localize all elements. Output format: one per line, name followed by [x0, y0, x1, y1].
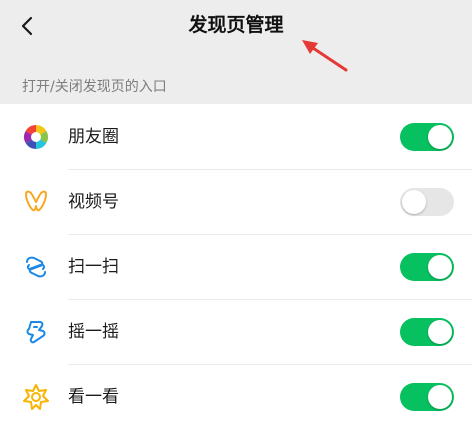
- toggle-knob: [428, 319, 452, 344]
- toggle-knob: [428, 254, 452, 279]
- channels-icon: [25, 190, 47, 211]
- list-item-label: 视频号: [68, 191, 119, 212]
- list-item-label: 看一看: [68, 386, 119, 407]
- toggle-knob: [402, 189, 426, 214]
- annotation-arrow-icon: [302, 40, 348, 72]
- top-stories-icon: [23, 383, 49, 410]
- list-item-scan[interactable]: 扫一扫: [0, 234, 472, 299]
- toggle-switch-top-stories[interactable]: [400, 382, 454, 411]
- toggle-switch-channels[interactable]: [400, 187, 454, 216]
- list-item-label: 摇一摇: [68, 321, 119, 342]
- toggle-switch-scan[interactable]: [400, 252, 454, 281]
- toggle-knob: [428, 384, 452, 409]
- page-title: 发现页管理: [188, 14, 284, 36]
- list-item-shake[interactable]: 摇一摇: [0, 299, 472, 364]
- navigation-bar: 发现页管理: [0, 0, 472, 56]
- list-item-channels[interactable]: 视频号: [0, 169, 472, 234]
- moments-icon: [23, 124, 49, 149]
- toggle-switch-shake[interactable]: [400, 317, 454, 346]
- scan-icon: [26, 256, 46, 277]
- shake-icon: [26, 320, 46, 343]
- section-header: 打开/关闭发现页的入口: [22, 79, 167, 95]
- toggle-switch-moments[interactable]: [400, 122, 454, 151]
- list-item-top-stories[interactable]: 看一看: [0, 364, 472, 428]
- toggle-knob: [428, 124, 452, 149]
- discover-entry-list: 朋友圈 视频号 扫一扫 摇一摇 看一看: [0, 104, 472, 428]
- list-item-label: 朋友圈: [68, 126, 119, 147]
- list-item-label: 扫一扫: [68, 256, 119, 277]
- list-item-moments[interactable]: 朋友圈: [0, 104, 472, 169]
